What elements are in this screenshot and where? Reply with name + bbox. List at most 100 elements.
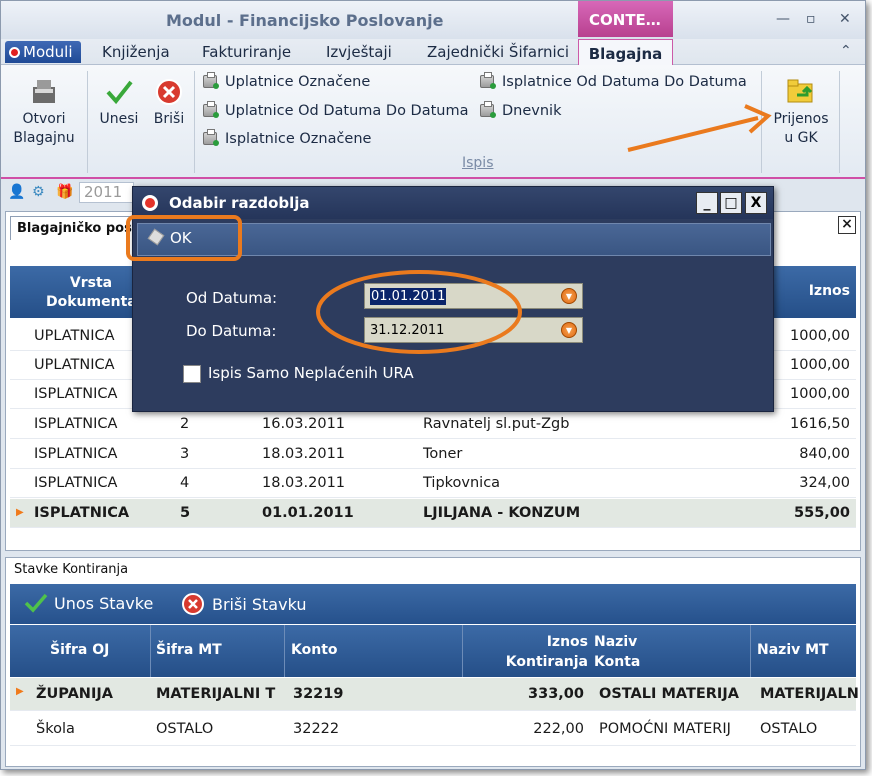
tab-izvjestaji[interactable]: Izvještaji [326,43,392,61]
prijenos-label-1: Prijenos [773,111,829,127]
header-line: Iznos [546,634,588,650]
year-field[interactable]: 2011 [79,182,134,203]
vrsta-dokumenta-header[interactable]: Vrsta Dokumenta [46,274,137,312]
moduli-label: Moduli [23,43,73,61]
document-close-icon[interactable]: × [838,216,856,234]
folder-transfer-icon [787,79,813,103]
header-line: Konta [594,654,641,670]
iznos-kontiranja-header[interactable]: Iznos Kontiranja [488,632,588,672]
cell-vrsta: ISPLATNICA [34,475,118,491]
stavke-toolbar: Unos Stavke Briši Stavku [10,584,856,624]
cell-naziv-mt: OSTALO [760,721,818,737]
dialog-close-icon[interactable]: X [745,192,767,214]
do-datuma-field[interactable]: 31.12.2011 ▼ [364,317,583,343]
naziv-mt-header[interactable]: Naziv MT [757,642,829,658]
cell-oj: ŽUPANIJA [36,686,113,702]
iznos-header[interactable]: Iznos [809,283,850,299]
stavke-panel: Stavke Kontiranja Unos Stavke Briši Stav… [5,557,861,767]
main-window: Modul - Financijsko Poslovanje CONTE… — … [0,0,866,770]
print-uplatnice-oznacene[interactable]: Uplatnice Označene [203,72,371,90]
konto-header[interactable]: Konto [291,642,338,658]
unos-stavke-label: Unos Stavke [54,594,154,613]
print-dnevnik[interactable]: Dnevnik [480,101,561,119]
tab-fakturiranje[interactable]: Fakturiranje [202,43,291,61]
cell-vrsta: UPLATNICA [34,357,115,373]
print-isplatnice-oznacene[interactable]: Isplatnice Označene [203,129,371,147]
table-row[interactable]: ISPLATNICA 4 18.03.2011 Tipkovnica 324,00 [10,469,856,498]
printer-icon [203,101,219,118]
close-icon[interactable]: ✕ [839,11,851,27]
dialog-title: Odabir razdoblja [169,194,310,212]
dialog-minimize-icon[interactable]: _ [696,192,718,214]
cell-vrsta: ISPLATNICA [34,386,118,402]
print-item-label: Uplatnice Označene [225,74,371,90]
ok-button[interactable]: OK [147,228,192,247]
context-tab-header[interactable]: CONTE… [578,1,673,37]
cell-opis: LJILJANA - KONZUM [423,505,581,521]
header-line: Naziv [594,634,638,650]
sifra-mt-header[interactable]: Šifra MT [156,642,222,658]
ribbon-separator [761,71,762,173]
cell-vrsta: ISPLATNICA [34,416,118,432]
ribbon-collapse-icon[interactable]: ⌃ [840,43,852,59]
prijenos-u-gk-button[interactable]: Prijenos u GK [767,75,835,148]
maximize-icon[interactable]: ▫ [806,11,816,27]
cell-naziv-mt: MATERIJALN [760,686,859,702]
ok-label: OK [170,229,192,247]
printer-icon [203,129,219,146]
table-row[interactable]: Škola OSTALO 32222 222,00 POMOĆNI MATERI… [10,713,856,746]
header-line: Kontiranja [505,654,588,670]
dialog-maximize-icon[interactable]: □ [720,192,742,214]
table-row[interactable]: ISPLATNICA 2 16.03.2011 Ravnatelj sl.put-Zg… [10,410,856,439]
document-tab[interactable]: Blagajničko pos [10,216,139,240]
row-indicator-icon: ▶ [16,686,24,697]
table-row-selected[interactable]: ▶ ŽUPANIJA MATERIJALNI T 32219 333,00 OS… [10,678,859,711]
moduli-button[interactable]: Moduli [5,41,81,63]
user-icon[interactable]: 👤 [8,184,25,200]
prijenos-label-2: u GK [784,130,818,146]
unesi-button[interactable]: Unesi [96,77,142,129]
unos-stavke-button[interactable]: Unos Stavke [24,593,153,613]
tab-zajednicki-sifarnici[interactable]: Zajednički Šifarnici [427,43,569,61]
cell-vrsta: UPLATNICA [34,328,115,344]
print-isplatnice-od-do[interactable]: Isplatnice Od Datuma Do Datuma [480,72,747,90]
cell-datum: 16.03.2011 [262,416,346,432]
row-indicator-icon: ▶ [16,507,24,518]
checkmark-icon [24,593,48,613]
dropdown-icon[interactable]: ▼ [561,288,577,304]
dropdown-icon[interactable]: ▼ [561,322,577,338]
naziv-konta-header[interactable]: Naziv Konta [594,632,640,672]
table-row[interactable]: ISPLATNICA 3 18.03.2011 Toner 840,00 [10,440,856,469]
sifra-oj-header[interactable]: Šifra OJ [50,642,109,658]
otvori-blagajnu-button[interactable]: Otvori Blagajnu [9,77,79,148]
period-dialog: Odabir razdoblja _ □ X OK Od Datuma: 01.… [132,186,774,412]
print-uplatnice-od-do[interactable]: Uplatnice Od Datuma Do Datuma [203,101,469,119]
od-datuma-field[interactable]: 01.01.2011 ▼ [364,283,583,309]
cell-iznos: 1000,00 [790,357,850,373]
cell-opis: Toner [423,446,463,462]
header-line: Vrsta [69,275,113,291]
neplacene-ura-checkbox[interactable] [183,365,201,383]
dialog-title-bar[interactable]: Odabir razdoblja _ □ X [133,187,773,219]
title-bar: Modul - Financijsko Poslovanje CONTE… — … [1,1,865,39]
table-row-selected[interactable]: ▶ ISPLATNICA 5 01.01.2011 LJILJANA - KONZUM 5… [10,499,856,528]
cell-opis: Ravnatelj sl.put-Zgb [423,416,570,432]
tab-blagajna[interactable]: Blagajna [578,39,673,67]
tab-knjizenja[interactable]: Knjiženja [102,43,170,61]
cell-iznos: 333,00 [528,686,584,702]
neplacene-ura-label[interactable]: Ispis Samo Neplaćenih URA [208,364,414,382]
ribbon-separator [87,71,88,173]
cell-konto: 32222 [293,721,340,737]
cell-broj: 3 [180,446,190,462]
settings-icon[interactable]: ⚙ [32,184,45,200]
brisi-button[interactable]: Briši [149,77,189,129]
cell-iznos: 1000,00 [790,386,850,402]
cell-iznos: 1616,50 [790,416,850,432]
brisi-stavku-button[interactable]: Briši Stavku [182,593,306,615]
ribbon-separator [194,71,195,173]
cell-iznos: 555,00 [794,505,850,521]
do-datuma-label: Do Datuma: [186,322,277,340]
minimize-icon[interactable]: — [776,11,790,27]
moduli-icon [9,47,20,58]
gift-icon[interactable]: 🎁 [56,184,73,200]
